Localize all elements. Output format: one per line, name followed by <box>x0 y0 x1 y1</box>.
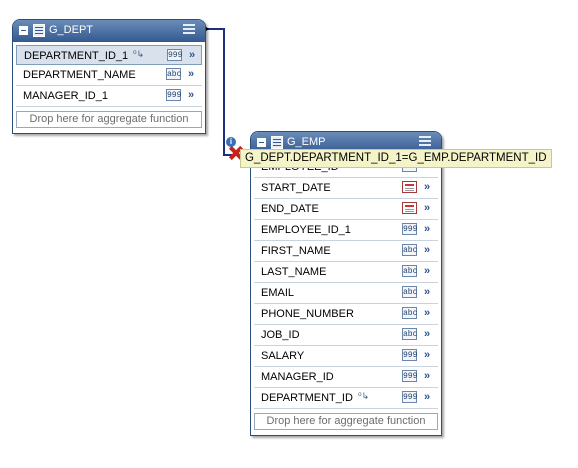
menu-icon[interactable] <box>183 24 197 37</box>
column-name: SALARY <box>261 350 305 362</box>
column-row[interactable]: DEPARTMENT_NAME abc » <box>16 65 202 86</box>
number-type-icon: 999 <box>402 223 418 235</box>
number-type-icon: 999 <box>402 370 418 382</box>
group-g-dept[interactable]: G_DEPT DEPARTMENT_ID_1 ⁰↳ 999» DEPARTMENT_N… <box>12 19 206 134</box>
map-arrow-icon[interactable]: » <box>424 202 430 214</box>
map-arrow-icon[interactable]: » <box>424 391 430 403</box>
column-name: DEPARTMENT_ID <box>261 392 353 404</box>
string-type-icon: abc <box>402 307 418 319</box>
column-name: DEPARTMENT_NAME <box>23 69 136 81</box>
column-row[interactable]: END_DATE » <box>254 199 438 220</box>
join-tooltip: G_DEPT.DEPARTMENT_ID_1=G_EMP.DEPARTMENT_… <box>240 149 552 168</box>
group-title: G_DEPT <box>49 24 94 36</box>
column-name: JOB_ID <box>261 329 300 341</box>
string-type-icon: abc <box>402 328 418 340</box>
column-row[interactable]: MANAGER_ID_1 999 » <box>16 86 202 107</box>
map-arrow-icon[interactable]: » <box>424 328 430 340</box>
group-title: G_EMP <box>287 136 326 148</box>
column-name: START_DATE <box>261 182 331 194</box>
column-row[interactable]: START_DATE » <box>254 178 438 199</box>
date-type-icon <box>402 202 417 214</box>
map-arrow-icon[interactable]: » <box>188 89 194 101</box>
group-header[interactable]: G_DEPT <box>13 20 205 42</box>
map-arrow-icon[interactable]: » <box>424 181 430 193</box>
table-icon <box>271 136 283 149</box>
column-row[interactable]: LAST_NAME abc » <box>254 262 438 283</box>
map-arrow-icon[interactable]: » <box>424 244 430 256</box>
column-row[interactable]: DEPARTMENT_ID_1 ⁰↳ 999 » <box>16 45 202 65</box>
column-row[interactable]: EMAIL abc » <box>254 283 438 304</box>
column-name: PHONE_NUMBER <box>261 308 354 320</box>
string-type-icon: abc <box>402 265 418 277</box>
number-type-icon: 999 <box>402 391 418 403</box>
menu-icon[interactable] <box>419 136 433 149</box>
date-type-icon <box>402 181 417 193</box>
key-icon: ⁰↳ <box>133 49 145 59</box>
number-type-icon: 999 <box>402 349 418 361</box>
column-name: EMAIL <box>261 287 295 299</box>
map-arrow-icon[interactable]: » <box>424 223 430 235</box>
map-arrow-icon[interactable]: » <box>424 349 430 361</box>
map-arrow-icon[interactable]: » <box>424 265 430 277</box>
column-name: MANAGER_ID_1 <box>23 90 108 102</box>
column-name: LAST_NAME <box>261 266 327 278</box>
table-icon <box>33 24 45 37</box>
column-list: DEPARTMENT_ID_1 ⁰↳ 999 » DEPARTMENT_NAME abc »… <box>13 42 205 107</box>
aggregate-drop-zone[interactable]: Drop here for aggregate function <box>16 111 202 128</box>
number-type-icon: 999 <box>166 89 182 101</box>
map-arrow-icon[interactable]: » <box>424 307 430 319</box>
column-row[interactable]: FIRST_NAME abc » <box>254 241 438 262</box>
column-row[interactable]: EMPLOYEE_ID_1 999 » <box>254 220 438 241</box>
column-name: EMPLOYEE_ID_1 <box>261 224 351 236</box>
aggregate-drop-zone[interactable]: Drop here for aggregate function <box>254 413 438 430</box>
map-arrow-icon[interactable]: » <box>424 370 430 382</box>
string-type-icon: abc <box>402 286 418 298</box>
string-type-icon: abc <box>402 244 418 256</box>
join-line-vertical[interactable] <box>223 28 225 156</box>
collapse-icon[interactable] <box>19 26 28 35</box>
string-type-icon: abc <box>166 68 182 80</box>
column-name: DEPARTMENT_ID_1 <box>24 50 129 62</box>
map-arrow-icon[interactable]: » <box>189 49 195 61</box>
key-icon: ⁰↳ <box>358 391 370 401</box>
column-row[interactable]: PHONE_NUMBER abc » <box>254 304 438 325</box>
number-type-icon: 999 <box>167 49 183 61</box>
collapse-icon[interactable] <box>257 138 266 147</box>
column-name: MANAGER_ID <box>261 371 334 383</box>
column-row[interactable]: MANAGER_ID 999 » <box>254 367 438 388</box>
column-name: END_DATE <box>261 203 319 215</box>
map-arrow-icon[interactable]: » <box>188 68 194 80</box>
column-name: FIRST_NAME <box>261 245 331 257</box>
column-row[interactable]: DEPARTMENT_ID ⁰↳ 999 » <box>254 388 438 409</box>
column-list: EMPLOYEE_ID999»START_DATE»END_DATE»EMPLO… <box>251 154 441 409</box>
map-arrow-icon[interactable]: » <box>424 286 430 298</box>
column-row[interactable]: SALARY 999 » <box>254 346 438 367</box>
group-g-emp[interactable]: G_EMP EMPLOYEE_ID999»START_DATE»END_DATE… <box>250 131 442 436</box>
column-row[interactable]: JOB_ID abc » <box>254 325 438 346</box>
